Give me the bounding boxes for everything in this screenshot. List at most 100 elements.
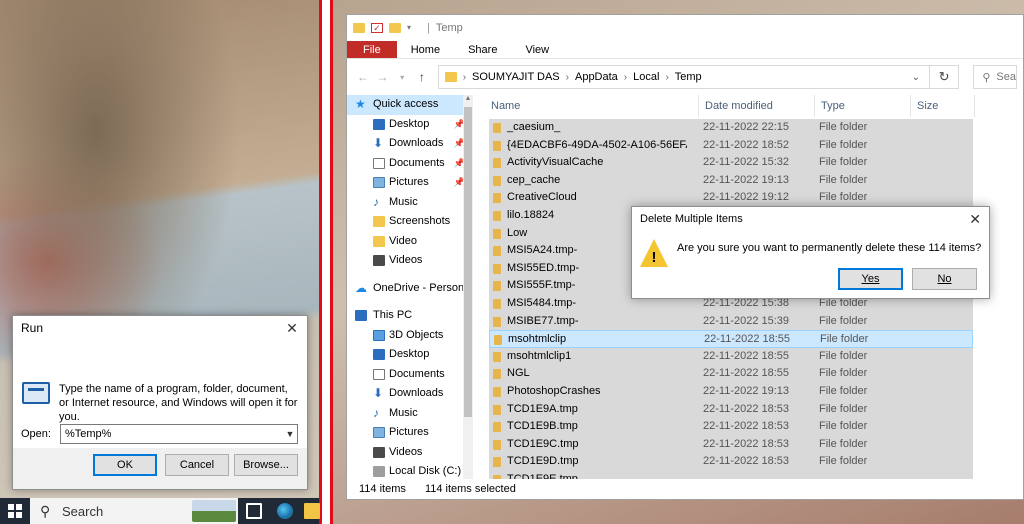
file-row[interactable]: {4EDACBF6-49DA-4502-A106-56EFA69B... 22-1…	[489, 136, 973, 155]
file-row[interactable]: msohtmlclip 22-11-2022 18:55 File folder	[489, 330, 973, 348]
file-row[interactable]: cep_cache 22-11-2022 19:13 File folder	[489, 171, 973, 190]
tab-view[interactable]: View	[511, 41, 563, 58]
file-name: msohtmlclip1	[507, 349, 572, 362]
file-row[interactable]: TCD1E9A.tmp 22-11-2022 18:53 File folder	[489, 400, 973, 419]
sidebar-item-local-disk-c[interactable]: Local Disk (C:)	[347, 462, 471, 479]
open-input[interactable]	[60, 424, 298, 444]
sidebar-item-label: Videos	[389, 254, 423, 266]
sidebar-item-documents[interactable]: Documents 📌	[347, 154, 471, 174]
close-icon[interactable]: ✕	[277, 320, 307, 337]
address-history-dropdown[interactable]: ⌄	[903, 72, 929, 83]
folder-icon	[493, 123, 501, 133]
delete-confirmation-dialog: Delete Multiple Items ✕ ! Are you sure y…	[631, 206, 990, 299]
file-date-modified: 22-11-2022 19:13	[703, 173, 790, 186]
windows-start-icon[interactable]	[8, 504, 22, 518]
file-row[interactable]: TCD1E9D.tmp 22-11-2022 18:53 File folder	[489, 453, 973, 471]
edge-browser-icon[interactable]	[277, 503, 293, 519]
task-view-icon[interactable]	[246, 503, 262, 519]
chevron-right-icon[interactable]: ›	[665, 72, 668, 83]
explorer-title-bar[interactable]: ✓ ▾ | Temp	[347, 15, 1023, 41]
sidebar-item-video[interactable]: Video	[347, 232, 471, 252]
browse-button[interactable]: Browse...	[234, 454, 298, 476]
sidebar-item-screenshots[interactable]: Screenshots	[347, 212, 471, 232]
file-type: File folder	[819, 437, 868, 450]
sidebar-item-label: Downloads	[389, 387, 444, 399]
file-name: msohtmlclip	[508, 333, 567, 346]
column-name[interactable]: Name	[485, 95, 699, 117]
tab-file[interactable]: File	[347, 41, 397, 58]
up-arrow-icon[interactable]: ↑	[412, 70, 432, 84]
sidebar-item-this-pc[interactable]: This PC	[347, 306, 471, 326]
pictures-icon	[373, 427, 385, 438]
chevron-right-icon[interactable]: ›	[624, 72, 627, 83]
file-name: NGL	[507, 367, 530, 380]
file-explorer-icon[interactable]	[304, 503, 320, 519]
breadcrumb-segment[interactable]: Local	[633, 71, 659, 83]
tab-home[interactable]: Home	[397, 41, 454, 58]
folder-icon	[493, 263, 501, 274]
breadcrumb-segment[interactable]: AppData	[575, 71, 618, 83]
sidebar-item-desktop[interactable]: Desktop	[347, 345, 471, 365]
forward-arrow-icon[interactable]: →	[373, 70, 393, 84]
sidebar-item-3d-objects[interactable]: 3D Objects	[347, 326, 471, 346]
sidebar-item-pictures[interactable]: Pictures 📌	[347, 173, 471, 193]
file-type: File folder	[819, 402, 868, 415]
file-row[interactable]: PhotoshopCrashes 22-11-2022 19:13 File fol…	[489, 382, 973, 401]
sidebar-item-quick-access[interactable]: ★ Quick access	[347, 95, 471, 115]
customize-toolbar-icon[interactable]: ▾	[407, 23, 415, 33]
file-row[interactable]: _caesium_ 22-11-2022 22:15 File folder	[489, 119, 973, 137]
sidebar-item-downloads[interactable]: ⬇ Downloads	[347, 384, 471, 404]
ok-button[interactable]: OK	[93, 454, 157, 476]
address-bar[interactable]: › SOUMYAJIT DAS › AppData › Local › Temp…	[437, 65, 930, 89]
yes-button[interactable]: Yes	[838, 268, 903, 290]
no-button[interactable]: No	[912, 268, 977, 290]
recent-chevron-icon[interactable]: ▾	[392, 73, 412, 82]
file-row[interactable]: msohtmlclip1 22-11-2022 18:55 File folder	[489, 347, 973, 366]
file-date-modified: 22-11-2022 19:13	[703, 384, 790, 397]
chevron-down-icon[interactable]: ▼	[283, 426, 297, 442]
run-title-bar[interactable]: Run ✕	[13, 316, 307, 340]
column-date-modified[interactable]: Date modified	[699, 95, 815, 117]
refresh-icon[interactable]: ↻	[929, 65, 960, 89]
sidebar-item-videos[interactable]: Videos	[347, 443, 471, 463]
file-row[interactable]: ActivityVisualCache 22-11-2022 15:32 File …	[489, 154, 973, 172]
sidebar-item-music[interactable]: ♪ Music	[347, 404, 471, 424]
column-type[interactable]: Type	[815, 95, 911, 117]
scrollbar-thumb[interactable]	[464, 107, 472, 417]
file-row[interactable]: NGL 22-11-2022 18:55 File folder	[489, 365, 973, 383]
nav-pane-scrollbar[interactable]: ▲	[463, 95, 473, 479]
sidebar-item-onedrive-person[interactable]: ☁ OneDrive - Person	[347, 279, 471, 299]
tab-share[interactable]: Share	[454, 41, 511, 58]
sidebar-item-downloads[interactable]: ⬇ Downloads 📌	[347, 134, 471, 154]
column-size[interactable]: Size	[911, 95, 975, 117]
sidebar-item-pictures[interactable]: Pictures	[347, 423, 471, 443]
chevron-right-icon[interactable]: ›	[463, 72, 466, 83]
explorer-search-box[interactable]: ⚲ Sea	[973, 65, 1017, 89]
close-icon[interactable]: ✕	[969, 207, 981, 231]
file-row[interactable]: MSIBE77.tmp- 22-11-2022 15:39 File folder	[489, 312, 973, 331]
breadcrumb-segment[interactable]: SOUMYAJIT DAS	[472, 71, 560, 83]
back-arrow-icon[interactable]: ←	[353, 70, 373, 84]
sidebar-item-music[interactable]: ♪ Music	[347, 193, 471, 213]
ribbon-tabs: File Home Share View	[347, 41, 1023, 59]
taskbar-search-box[interactable]: ⚲ Search	[30, 498, 238, 524]
file-date-modified: 22-11-2022 18:55	[703, 349, 790, 362]
cancel-button[interactable]: Cancel	[165, 454, 229, 476]
folder-icon	[493, 439, 501, 450]
folder-icon	[493, 386, 501, 397]
file-type: File folder	[819, 173, 868, 186]
sidebar-item-documents[interactable]: Documents	[347, 365, 471, 385]
file-row[interactable]: TCD1E9C.tmp 22-11-2022 18:53 File folder	[489, 435, 973, 454]
file-row[interactable]: CreativeCloud 22-11-2022 19:12 File folder	[489, 189, 973, 207]
search-icon: ⚲	[982, 71, 991, 84]
dialog-title-bar[interactable]: Delete Multiple Items ✕	[632, 207, 989, 231]
new-folder-icon[interactable]	[389, 23, 401, 33]
chevron-right-icon[interactable]: ›	[566, 72, 569, 83]
file-row[interactable]: TCD1E9E.tmp	[489, 470, 973, 479]
sidebar-item-videos[interactable]: Videos	[347, 251, 471, 271]
properties-icon[interactable]: ✓	[371, 23, 383, 33]
breadcrumb-segment[interactable]: Temp	[675, 71, 702, 83]
sidebar-item-desktop[interactable]: Desktop 📌	[347, 115, 471, 135]
scroll-up-icon[interactable]: ▲	[463, 95, 473, 105]
file-row[interactable]: TCD1E9B.tmp 22-11-2022 18:53 File folder	[489, 418, 973, 436]
